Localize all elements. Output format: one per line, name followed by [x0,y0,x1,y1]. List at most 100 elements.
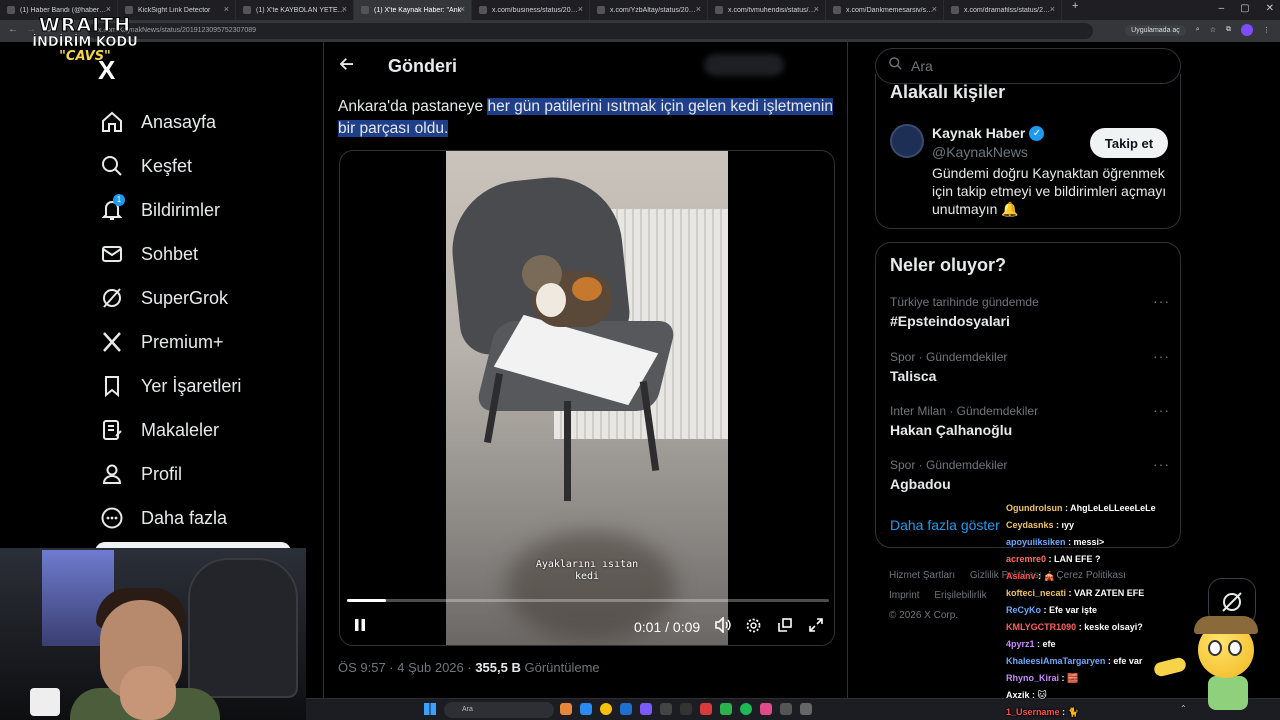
back-arrow-icon[interactable] [338,55,374,78]
minimize-icon[interactable]: – [1219,3,1225,14]
taskbar-app-icon[interactable] [640,703,652,715]
nav-item-notifications[interactable]: 1 Bildirimler [100,188,241,232]
trend-item[interactable]: Spor · Gündemdekiler Agbadou ··· [890,456,1170,492]
browser-tab[interactable]: x.com/Dankmemesarsiv/status/× [826,0,944,20]
chat-username[interactable]: 4pyrz1 [1006,639,1035,649]
browser-tab[interactable]: x.com/business/status/201932 × [472,0,590,20]
taskbar-app-icon[interactable] [580,703,592,715]
nav-item-articles[interactable]: Makaleler [100,408,241,452]
system-tray[interactable]: ⌃ [1180,704,1187,713]
nav-item-home[interactable]: Anasayfa [100,100,241,144]
taskbar-app-icon[interactable] [680,703,692,715]
taskbar-app-icon[interactable] [780,703,792,715]
browser-tab[interactable]: x.com/dramafilss/status/20193 × [944,0,1062,20]
extensions-icon[interactable]: ⧉ [1226,26,1231,34]
tab-favicon-icon [361,6,369,14]
trend-item[interactable]: Spor · Gündemdekiler Talisca ··· [890,348,1170,384]
chat-username[interactable]: acremre0 [1006,554,1046,564]
browser-tab[interactable]: (1) X'te Kaynak Haber: "Ank × [354,0,472,20]
tab-close-icon[interactable]: × [578,4,583,14]
tab-close-icon[interactable]: × [814,4,819,14]
nav-item-bookmarks[interactable]: Yer İşaretleri [100,364,241,408]
volume-icon[interactable] [714,616,732,637]
tab-close-icon[interactable]: × [106,4,111,14]
more-icon [100,506,124,530]
new-tab-icon[interactable]: + [1062,0,1088,20]
browser-tab[interactable]: x.com/YzbAltay/status/2019282 × [590,0,708,20]
tab-close-icon[interactable]: × [460,4,465,14]
chat-username[interactable]: apoyuiiksiken [1006,537,1066,547]
chat-username[interactable]: Axzik [1006,690,1030,700]
footer-link[interactable]: Imprint [889,590,920,601]
trend-item[interactable]: Inter Milan · Gündemdekiler Hakan Çalhan… [890,402,1170,438]
x-logo-icon[interactable]: X [98,55,115,86]
search-input[interactable] [911,58,1161,74]
taskbar-app-icon[interactable] [620,703,632,715]
video-player[interactable]: Ayaklarını ısıtan kedi 0:01 / 0:09 [339,150,835,646]
browser-tab[interactable]: (1) X'te KAYBOLAN YETENEK: "× [236,0,354,20]
chat-username[interactable]: Asianv [1006,571,1036,581]
chat-username[interactable]: kofteci_necati [1006,588,1066,598]
nav-item-profile[interactable]: Profil [100,452,241,496]
tab-label: x.com/business/status/201932 [492,6,581,14]
taskbar-app-icon[interactable] [660,703,672,715]
fullscreen-icon[interactable] [808,617,824,637]
nav-item-more[interactable]: Daha fazla [100,496,241,540]
url-bar[interactable]: x.com/KaynakNews/status/2019123095752307… [88,23,1093,39]
profile-avatar[interactable] [1241,24,1253,36]
picture-in-picture-icon[interactable] [777,617,793,637]
zoom-icon[interactable]: ⌕ [1196,26,1200,34]
tab-close-icon[interactable]: × [224,4,229,14]
nav-item-explore[interactable]: Keşfet [100,144,241,188]
taskbar-app-icon[interactable] [720,703,732,715]
mascot-emoji [1190,610,1260,710]
taskbar-app-icon[interactable] [800,703,812,715]
post-timestamp[interactable]: ÖS 9:57 · 4 Şub 2026 · [338,660,475,675]
account-name[interactable]: Kaynak Haber ✓ [932,125,1045,141]
nav-item-chat[interactable]: Sohbet [100,232,241,276]
footer-link[interactable]: Erişilebilirlik [934,590,986,601]
taskbar-app-icon[interactable] [700,703,712,715]
open-in-app-button[interactable]: Uygulamada aç [1125,24,1186,36]
nav-item-premium[interactable]: Premium+ [100,320,241,364]
chat-message: Axzik : 🐱 [1006,690,1047,700]
chrome-icon[interactable] [600,703,612,715]
spotify-icon[interactable] [740,703,752,715]
taskbar-app-icon[interactable] [760,703,772,715]
browser-tab[interactable]: x.com/tvmuhendisi/status/201 × [708,0,826,20]
pause-icon[interactable] [352,617,368,637]
chat-username[interactable]: Ogundrolsun [1006,503,1063,513]
footer-link[interactable]: Hizmet Şartları [889,570,955,581]
tab-close-icon[interactable]: × [342,4,347,14]
taskbar-app-icon[interactable] [560,703,572,715]
tab-close-icon[interactable]: × [932,4,937,14]
video-progress-bar[interactable] [347,599,829,602]
taskbar-search[interactable]: Ara [444,702,554,718]
chat-text: ıyy [1061,520,1075,530]
account-handle[interactable]: @KaynakNews [932,144,1028,160]
more-options-icon[interactable]: ··· [1153,348,1170,364]
nav-item-supergrok[interactable]: SuperGrok [100,276,241,320]
chat-username[interactable]: ReCyKo [1006,605,1041,615]
chat-username[interactable]: Rhyno_Kirai [1006,673,1059,683]
maximize-icon[interactable]: ▢ [1240,3,1249,14]
chat-username[interactable]: KMLYGCTR1090 [1006,622,1076,632]
tab-close-icon[interactable]: × [696,4,701,14]
trend-item[interactable]: Türkiye tarihinde gündemde #Epsteindosya… [890,293,1170,329]
menu-icon[interactable]: ⋮ [1263,26,1270,34]
close-window-icon[interactable]: ✕ [1266,3,1274,14]
chat-username[interactable]: 1_Username [1006,707,1060,717]
avatar[interactable] [890,124,924,158]
tab-close-icon[interactable]: × [1050,4,1055,14]
show-more-link[interactable]: Daha fazla göster [890,517,1000,533]
star-icon[interactable]: ☆ [1210,26,1216,34]
chat-username[interactable]: Ceydasnks [1006,520,1054,530]
more-options-icon[interactable]: ··· [1153,293,1170,309]
windows-start-icon[interactable] [424,703,436,715]
settings-gear-icon[interactable] [745,617,762,638]
back-nav-icon[interactable]: ← [8,24,18,35]
chat-username[interactable]: KhaleesiAmaTargaryen [1006,656,1105,666]
more-options-icon[interactable]: ··· [1153,456,1170,472]
more-options-icon[interactable]: ··· [1153,402,1170,418]
follow-button[interactable]: Takip et [1090,128,1168,158]
